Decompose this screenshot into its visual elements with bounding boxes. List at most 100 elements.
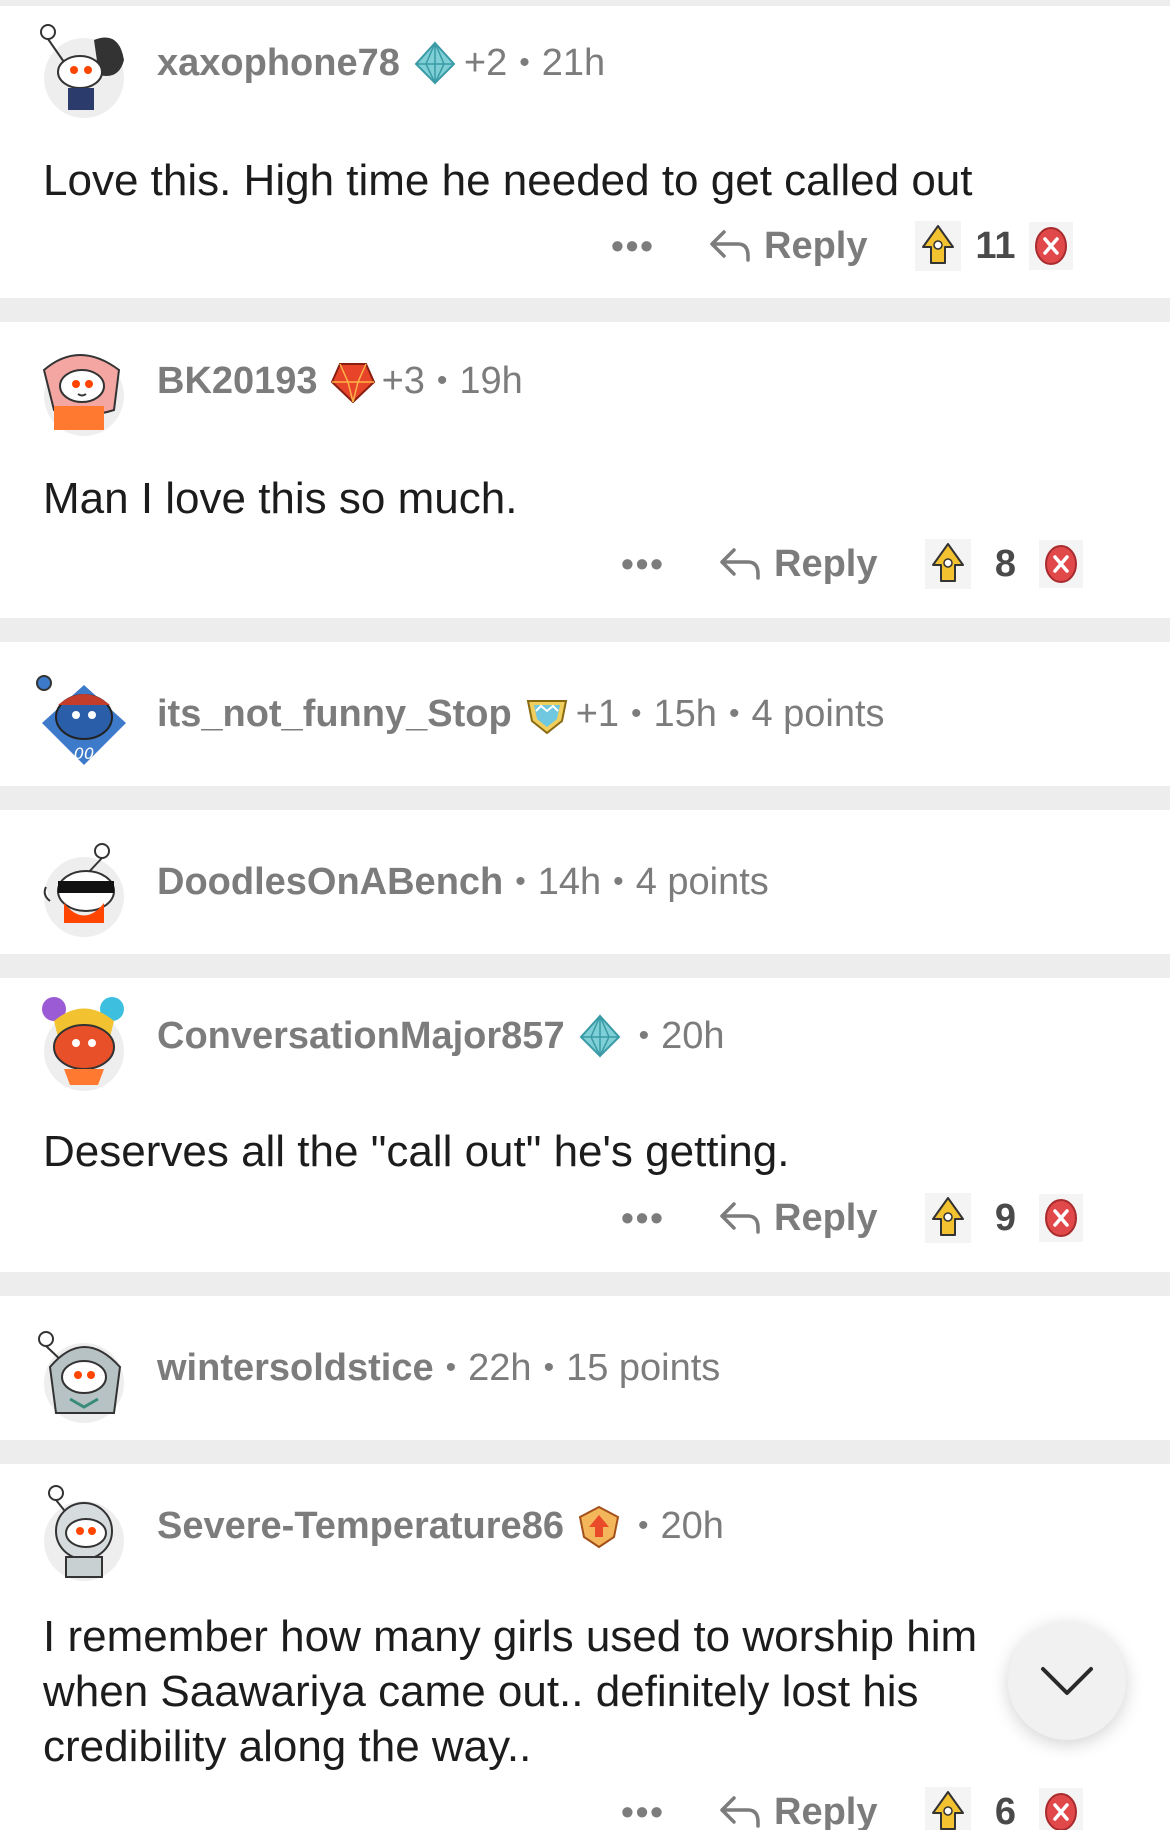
comment-meta: DoodlesOnABench • 14h • 4 points <box>157 827 769 937</box>
reply-label: Reply <box>774 542 878 585</box>
separator-dot: • <box>637 1509 649 1542</box>
separator-dot: • <box>436 364 448 397</box>
svg-text:00: 00 <box>74 744 94 763</box>
comment-header: 00 its_not_funny_Stop +1 • 15h • 4 point… <box>0 659 1170 769</box>
comment-header: xaxophone78 +2 • 21h <box>0 8 1170 118</box>
timestamp: 15h <box>653 692 717 735</box>
comment-body: Man I love this so much. <box>43 474 518 523</box>
downvote-icon[interactable] <box>1039 1788 1084 1830</box>
comment-body: Love this. High time he needed to get ca… <box>43 156 973 205</box>
collapsed-comment[interactable]: wintersoldstice • 22h • 15 points <box>0 1296 1170 1440</box>
reply-label: Reply <box>774 1196 878 1239</box>
divider <box>0 1440 1170 1464</box>
karma-badge: +3 <box>381 359 425 402</box>
vote-score: 8 <box>994 542 1017 585</box>
separator-dot: • <box>638 1019 650 1052</box>
downvote-icon[interactable] <box>1029 222 1074 270</box>
collapsed-comment[interactable]: 00 its_not_funny_Stop +1 • 15h • 4 point… <box>0 642 1170 786</box>
downvote-icon[interactable] <box>1039 540 1084 588</box>
more-options-button[interactable]: ••• <box>608 543 678 585</box>
separator-dot: • <box>519 46 530 79</box>
username[interactable]: xaxophone78 <box>157 42 400 85</box>
username[interactable]: Severe-Temperature86 <box>157 1505 564 1548</box>
upvote-icon[interactable] <box>925 539 972 589</box>
karma-badge: +2 <box>463 41 508 84</box>
avatar[interactable] <box>34 841 134 937</box>
separator-dot: • <box>728 697 740 730</box>
comment-header: ConversationMajor857 • 20h <box>0 981 1170 1091</box>
timestamp: 20h <box>660 1504 724 1547</box>
comment-meta: wintersoldstice • 22h • 15 points <box>157 1313 720 1423</box>
vote-score: 9 <box>994 1196 1017 1239</box>
reply-button[interactable]: Reply <box>718 1197 877 1240</box>
comment-actions: ••• Reply 9 <box>608 1188 1084 1248</box>
timestamp: 19h <box>459 359 523 402</box>
points-count: 15 points <box>566 1346 721 1389</box>
comment: xaxophone78 +2 • 21h Love this. High tim… <box>0 8 1170 298</box>
divider <box>0 954 1170 978</box>
reply-arrow-icon <box>720 1202 760 1234</box>
next-comment-button[interactable] <box>1008 1622 1126 1740</box>
divider <box>0 786 1170 810</box>
arrow-badge-icon <box>578 1505 620 1549</box>
avatar[interactable] <box>34 1485 134 1581</box>
comment-meta: ConversationMajor857 • 20h <box>157 981 725 1091</box>
reply-button[interactable]: Reply <box>718 543 877 586</box>
comment-body: I remember how many girls used to worshi… <box>43 1612 978 1771</box>
comment: Severe-Temperature86 • 20h I remember ho… <box>0 1464 1170 1830</box>
username[interactable]: wintersoldstice <box>157 1347 434 1390</box>
reply-arrow-icon <box>720 548 760 580</box>
comment: ConversationMajor857 • 20h Deserves all … <box>0 978 1170 1272</box>
points-count: 4 points <box>751 692 885 735</box>
chevron-down-icon <box>1041 1667 1093 1695</box>
avatar[interactable] <box>34 995 134 1091</box>
avatar[interactable] <box>34 1327 134 1423</box>
shield-crown-icon <box>526 700 567 735</box>
comment-meta: Severe-Temperature86 • 20h <box>157 1471 724 1581</box>
more-options-button[interactable]: ••• <box>598 225 668 267</box>
comment-actions: ••• Reply 8 <box>608 534 1084 594</box>
divider <box>0 0 1170 6</box>
collapsed-comment[interactable]: DoodlesOnABench • 14h • 4 points <box>0 810 1170 954</box>
username[interactable]: DoodlesOnABench <box>157 861 503 904</box>
comment-body: Deserves all the "call out" he's getting… <box>43 1127 790 1176</box>
vote-score: 11 <box>975 224 1016 267</box>
separator-dot: • <box>445 1351 457 1384</box>
upvote-icon[interactable] <box>925 1787 972 1830</box>
avatar[interactable] <box>34 340 134 436</box>
comment-meta: xaxophone78 +2 • 21h <box>157 8 605 118</box>
points-count: 4 points <box>635 860 769 903</box>
separator-dot: • <box>631 697 642 730</box>
comment-actions: ••• Reply 6 <box>608 1782 1084 1830</box>
divider <box>0 618 1170 642</box>
comment-header: DoodlesOnABench • 14h • 4 points <box>0 827 1170 937</box>
more-options-button[interactable]: ••• <box>608 1197 678 1239</box>
avatar[interactable]: 00 <box>34 673 134 769</box>
reply-arrow-icon <box>710 230 750 262</box>
upvote-icon[interactable] <box>925 1193 972 1243</box>
reply-button[interactable]: Reply <box>718 1791 877 1830</box>
karma-badge: +1 <box>575 692 620 735</box>
comment-feed: xaxophone78 +2 • 21h Love this. High tim… <box>0 0 1170 1830</box>
comment-header: wintersoldstice • 22h • 15 points <box>0 1313 1170 1423</box>
vote-score: 6 <box>994 1790 1017 1830</box>
timestamp: 21h <box>541 41 606 84</box>
divider <box>0 298 1170 322</box>
username[interactable]: ConversationMajor857 <box>157 1015 565 1058</box>
reply-button[interactable]: Reply <box>708 225 867 268</box>
timestamp: 14h <box>537 860 602 903</box>
downvote-icon[interactable] <box>1039 1194 1084 1242</box>
separator-dot: • <box>613 865 624 898</box>
reply-label: Reply <box>774 1790 878 1830</box>
more-options-button[interactable]: ••• <box>608 1791 678 1830</box>
comment-meta: its_not_funny_Stop +1 • 15h • 4 points <box>157 659 885 769</box>
comment-actions: ••• Reply 11 <box>598 216 1074 276</box>
separator-dot: • <box>543 1351 555 1384</box>
username[interactable]: BK20193 <box>157 360 318 403</box>
ruby-gem-icon <box>330 363 375 404</box>
separator-dot: • <box>515 865 526 898</box>
username[interactable]: its_not_funny_Stop <box>157 693 512 736</box>
upvote-icon[interactable] <box>915 221 962 271</box>
avatar[interactable] <box>34 22 134 118</box>
comment: BK20193 +3 • 19h Man I love this so much… <box>0 326 1170 616</box>
